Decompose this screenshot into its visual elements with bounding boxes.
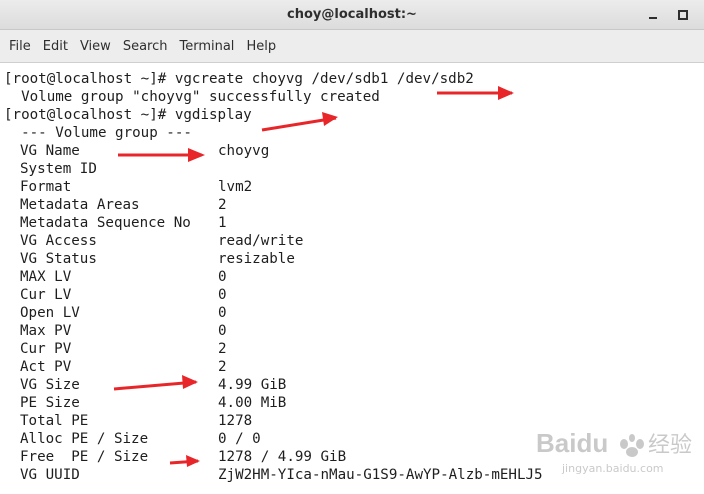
- vg-field-value: 1: [218, 215, 227, 231]
- vg-field-key: System ID: [20, 161, 97, 177]
- menu-search[interactable]: Search: [117, 30, 174, 63]
- vg-field-key: Metadata Sequence No: [20, 215, 191, 231]
- window-title: choy@localhost:~: [287, 7, 417, 22]
- vg-field-key: Cur LV: [20, 287, 72, 303]
- output-line-created: Volume group "choyvg" successfully creat…: [4, 89, 380, 105]
- menu-file[interactable]: File: [3, 30, 37, 63]
- vg-field-row: Total PE 1278: [4, 412, 694, 430]
- vg-field-value: 0: [218, 323, 227, 339]
- vg-field-key: Format: [20, 179, 72, 195]
- menu-terminal[interactable]: Terminal: [173, 30, 240, 63]
- menu-edit[interactable]: Edit: [37, 30, 74, 63]
- vg-field-row: Metadata Areas 2: [4, 196, 694, 214]
- vg-field-row: VG Status resizable: [4, 250, 694, 268]
- vg-field-value: choyvg: [218, 143, 270, 159]
- vg-field-value: 1278: [218, 413, 253, 429]
- title-bar[interactable]: choy@localhost:~: [0, 0, 704, 30]
- vg-field-key: PE Size: [20, 395, 80, 411]
- menu-view[interactable]: View: [74, 30, 117, 63]
- vg-field-value: 2: [218, 341, 227, 357]
- vg-field-row: Alloc PE / Size 0 / 0: [4, 430, 694, 448]
- vg-field-row: System ID: [4, 160, 694, 178]
- vg-field-key: Open LV: [20, 305, 80, 321]
- vg-field-row: Metadata Sequence No 1: [4, 214, 694, 232]
- vg-field-key: VG Status: [20, 251, 97, 267]
- vg-field-key: VG UUID: [20, 467, 80, 483]
- vg-field-key: VG Access: [20, 233, 97, 249]
- vg-field-key: Metadata Areas: [20, 197, 140, 213]
- section-header: --- Volume group ---: [4, 125, 192, 141]
- vg-field-row: VG UUID ZjW2HM-YIca-nMau-G1S9-AwYP-Alzb-m…: [4, 466, 694, 484]
- minimize-button[interactable]: [644, 6, 662, 24]
- vg-field-row: Max PV 0: [4, 322, 694, 340]
- vg-field-key: Act PV: [20, 359, 72, 375]
- vg-field-value: 2: [218, 359, 227, 375]
- vg-field-value: 0: [218, 287, 227, 303]
- vg-field-value: lvm2: [218, 179, 253, 195]
- vg-field-value: 0: [218, 305, 227, 321]
- maximize-icon: [678, 10, 688, 20]
- vg-field-row: Cur LV 0: [4, 286, 694, 304]
- vg-field-row: VG Size 4.99 GiB: [4, 376, 694, 394]
- terminal-output[interactable]: [root@localhost ~]# vgcreate choyvg /dev…: [0, 63, 704, 494]
- vg-field-row: VG Access read/write: [4, 232, 694, 250]
- vg-field-row: Cur PV 2: [4, 340, 694, 358]
- vg-field-row: PE Size 4.00 MiB: [4, 394, 694, 412]
- vg-field-key: VG Name: [20, 143, 80, 159]
- vg-field-row: Format lvm2: [4, 178, 694, 196]
- maximize-button[interactable]: [674, 6, 692, 24]
- vg-field-value: 0 / 0: [218, 431, 261, 447]
- vg-field-value: 4.99 GiB: [218, 377, 287, 393]
- vg-field-key: Free PE / Size: [20, 449, 149, 465]
- vg-field-row: Open LV 0: [4, 304, 694, 322]
- vg-field-row: VG Name choyvg: [4, 142, 694, 160]
- menu-help[interactable]: Help: [240, 30, 282, 63]
- minimize-icon: [649, 17, 657, 19]
- vg-field-value: read/write: [218, 233, 304, 249]
- vg-field-value: 1278 / 4.99 GiB: [218, 449, 347, 465]
- vg-field-key: VG Size: [20, 377, 80, 393]
- vg-field-row: MAX LV 0: [4, 268, 694, 286]
- vg-field-value: 0: [218, 269, 227, 285]
- vg-field-key: Alloc PE / Size: [20, 431, 149, 447]
- vg-field-key: Total PE: [20, 413, 89, 429]
- vg-field-key: Max PV: [20, 323, 72, 339]
- vg-field-value: 4.00 MiB: [218, 395, 287, 411]
- command-line-vgdisplay: [root@localhost ~]# vgdisplay: [4, 107, 252, 123]
- command-line-vgcreate: [root@localhost ~]# vgcreate choyvg /dev…: [4, 71, 474, 87]
- menu-bar: File Edit View Search Terminal Help: [0, 30, 704, 63]
- vg-field-row: Free PE / Size 1278 / 4.99 GiB: [4, 448, 694, 466]
- vg-field-value: ZjW2HM-YIca-nMau-G1S9-AwYP-Alzb-mEHLJ5: [218, 467, 543, 483]
- vg-field-value: 2: [218, 197, 227, 213]
- vg-field-row: Act PV 2: [4, 358, 694, 376]
- vg-field-key: MAX LV: [20, 269, 72, 285]
- vg-field-value: resizable: [218, 251, 295, 267]
- vg-field-key: Cur PV: [20, 341, 72, 357]
